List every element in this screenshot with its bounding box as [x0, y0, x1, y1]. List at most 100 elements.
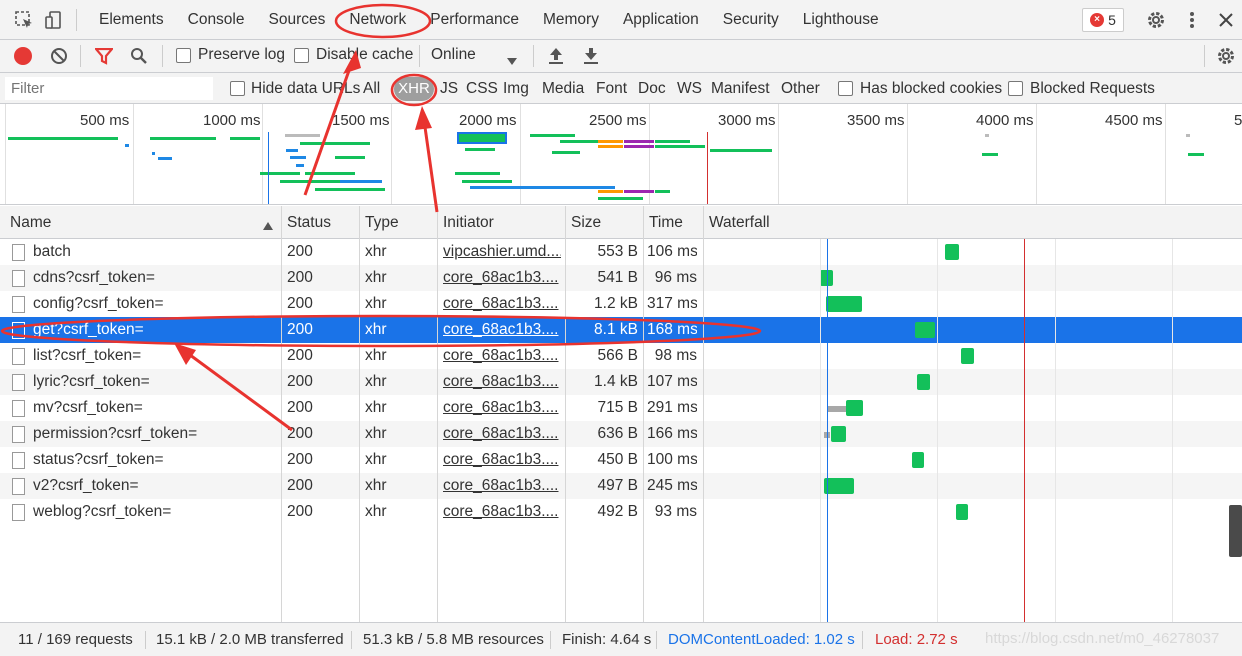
filter-funnel-icon[interactable]	[93, 47, 115, 69]
waterfall-bar[interactable]	[846, 400, 863, 416]
import-har-icon[interactable]	[548, 47, 564, 69]
waterfall-gridline	[937, 239, 938, 622]
request-name[interactable]: weblog?csrf_token=	[33, 499, 171, 525]
network-settings-icon[interactable]	[1216, 46, 1236, 70]
waterfall-bar[interactable]	[945, 244, 959, 260]
request-name[interactable]: get?csrf_token=	[33, 317, 144, 343]
overview-tick-label: 500 ms	[80, 112, 130, 129]
waterfall-bar[interactable]	[824, 478, 854, 494]
scrollbar-thumb[interactable]	[1229, 505, 1242, 557]
waterfall-bar[interactable]	[956, 504, 968, 520]
more-options-icon[interactable]	[1180, 8, 1204, 32]
search-icon[interactable]	[130, 47, 148, 69]
overview-gridline	[907, 104, 908, 204]
overview-gridline	[391, 104, 392, 204]
overview-bar	[125, 144, 129, 147]
filter-type-js[interactable]: JS	[440, 80, 458, 98]
request-name[interactable]: mv?csrf_token=	[33, 395, 143, 421]
tab-lighthouse[interactable]: Lighthouse	[791, 0, 891, 40]
waterfall-bar[interactable]	[831, 426, 846, 442]
disable-cache-label: Disable cache	[316, 46, 414, 63]
request-initiator[interactable]: core_68ac1b3....	[443, 369, 561, 395]
request-initiator[interactable]: core_68ac1b3....	[443, 343, 561, 369]
close-icon[interactable]	[1214, 8, 1238, 32]
filter-type-doc[interactable]: Doc	[638, 80, 666, 98]
request-name[interactable]: status?csrf_token=	[33, 447, 164, 473]
column-header-size[interactable]: Size	[565, 206, 601, 239]
sort-ascending-icon[interactable]	[263, 217, 273, 234]
filter-type-xhr[interactable]: XHR	[394, 77, 434, 101]
column-header-initiator[interactable]: Initiator	[437, 206, 494, 239]
error-count-badge[interactable]: × 5	[1082, 8, 1124, 32]
clear-icon[interactable]	[50, 47, 68, 69]
request-initiator[interactable]: core_68ac1b3....	[443, 473, 561, 499]
filter-type-css[interactable]: CSS	[466, 80, 498, 98]
request-name[interactable]: permission?csrf_token=	[33, 421, 197, 447]
filter-type-manifest[interactable]: Manifest	[711, 80, 770, 98]
request-name[interactable]: list?csrf_token=	[33, 343, 141, 369]
waterfall-bar[interactable]	[917, 374, 930, 390]
request-initiator[interactable]: core_68ac1b3....	[443, 265, 561, 291]
request-time: 291 ms	[647, 399, 697, 416]
waterfall-gridline	[1055, 239, 1056, 622]
tab-security[interactable]: Security	[711, 0, 791, 40]
waterfall-bar[interactable]	[961, 348, 974, 364]
filter-type-media[interactable]: Media	[542, 80, 584, 98]
overview-bar	[710, 149, 772, 152]
request-initiator[interactable]: core_68ac1b3....	[443, 421, 561, 447]
request-name[interactable]: config?csrf_token=	[33, 291, 164, 317]
tab-application[interactable]: Application	[611, 0, 711, 40]
waterfall-waiting-bar[interactable]	[828, 406, 846, 412]
tab-memory[interactable]: Memory	[531, 0, 611, 40]
inspect-element-icon[interactable]	[12, 8, 36, 32]
column-header-waterfall[interactable]: Waterfall	[703, 206, 770, 239]
request-type: xhr	[365, 295, 387, 312]
request-initiator[interactable]: core_68ac1b3....	[443, 499, 561, 525]
dom-content-loaded-marker	[268, 132, 269, 204]
hide-data-urls-checkbox[interactable]	[230, 81, 245, 96]
record-icon[interactable]	[14, 47, 32, 65]
timeline-overview[interactable]: 500 ms 1000 ms 1500 ms 2000 ms 2500 ms 3…	[0, 104, 1242, 205]
filter-type-font[interactable]: Font	[596, 80, 627, 98]
tab-elements[interactable]: Elements	[87, 0, 176, 40]
throttling-select[interactable]: Online	[431, 46, 476, 64]
column-header-status[interactable]: Status	[281, 206, 331, 239]
settings-gear-icon[interactable]	[1144, 8, 1168, 32]
request-initiator[interactable]: core_68ac1b3....	[443, 291, 561, 317]
request-name[interactable]: cdns?csrf_token=	[33, 265, 155, 291]
column-header-type[interactable]: Type	[359, 206, 399, 239]
filter-type-all[interactable]: All	[363, 80, 380, 98]
export-har-icon[interactable]	[583, 47, 599, 69]
filter-input[interactable]	[5, 77, 213, 100]
tab-performance[interactable]: Performance	[418, 0, 531, 40]
request-name[interactable]: lyric?csrf_token=	[33, 369, 150, 395]
request-size: 715 B	[597, 399, 638, 416]
waterfall-bar[interactable]	[915, 322, 935, 338]
column-header-time[interactable]: Time	[643, 206, 683, 239]
file-icon	[12, 322, 25, 339]
column-header-name[interactable]: Name	[4, 206, 280, 239]
request-name[interactable]: v2?csrf_token=	[33, 473, 139, 499]
request-initiator[interactable]: vipcashier.umd....	[443, 239, 561, 265]
tab-console[interactable]: Console	[176, 0, 257, 40]
filter-type-other[interactable]: Other	[781, 80, 820, 98]
devtools-tab-bar: Elements Console Sources Network Perform…	[0, 0, 1242, 40]
tab-network[interactable]: Network	[337, 0, 418, 40]
overview-bar	[8, 137, 118, 140]
device-toolbar-icon[interactable]	[42, 8, 66, 32]
tab-sources[interactable]: Sources	[257, 0, 338, 40]
request-initiator[interactable]: core_68ac1b3....	[443, 447, 561, 473]
has-blocked-cookies-checkbox[interactable]	[838, 81, 853, 96]
request-initiator[interactable]: core_68ac1b3....	[443, 395, 561, 421]
filter-type-img[interactable]: Img	[503, 80, 529, 98]
filter-type-ws[interactable]: WS	[677, 80, 702, 98]
status-bar: 11 / 169 requests 15.1 kB / 2.0 MB trans…	[0, 622, 1242, 656]
request-name[interactable]: batch	[33, 239, 71, 265]
preserve-log-checkbox[interactable]	[176, 48, 191, 63]
dropdown-arrow-icon[interactable]	[507, 52, 517, 69]
blocked-requests-checkbox[interactable]	[1008, 81, 1023, 96]
waterfall-bar[interactable]	[912, 452, 924, 468]
waterfall-bar[interactable]	[826, 296, 862, 312]
request-initiator[interactable]: core_68ac1b3....	[443, 317, 561, 343]
disable-cache-checkbox[interactable]	[294, 48, 309, 63]
